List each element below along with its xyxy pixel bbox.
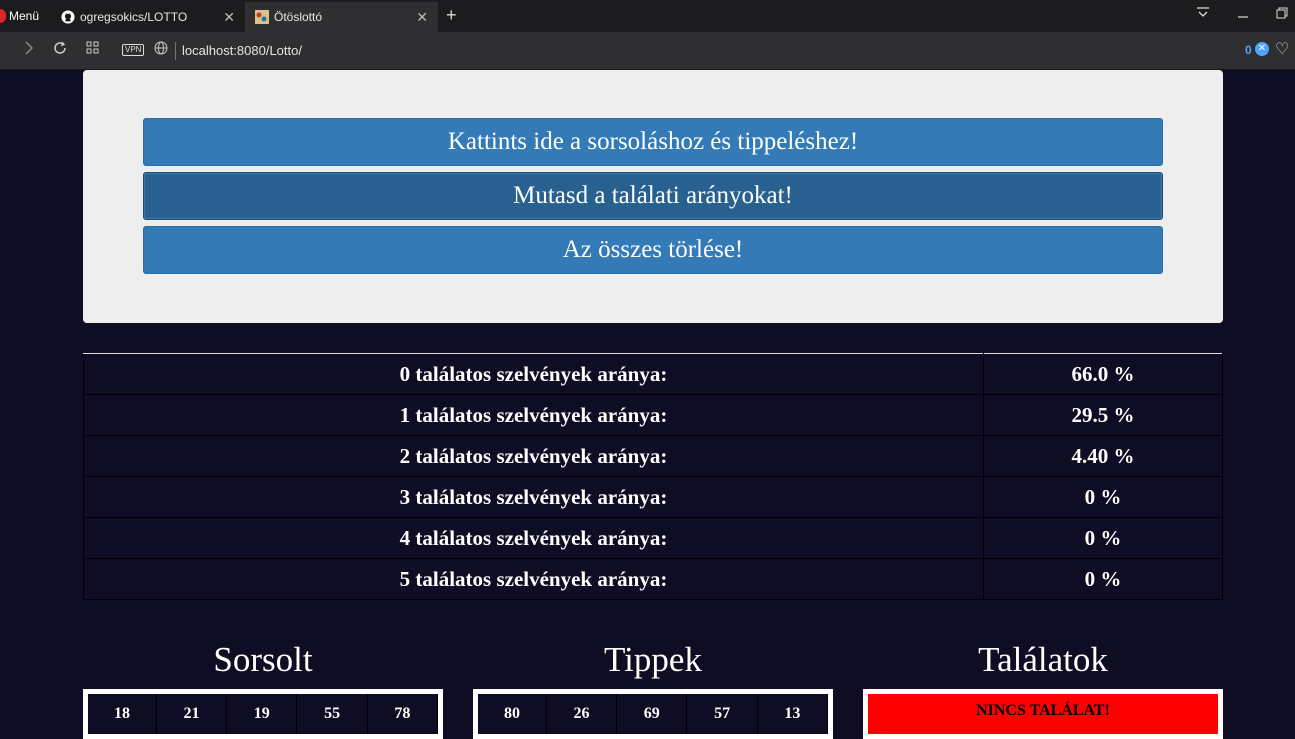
tip-number: 26 xyxy=(546,694,618,734)
clear-all-button[interactable]: Az összes törlése! xyxy=(143,226,1163,274)
url-separator xyxy=(175,42,176,60)
table-row: 2 találatos szelvények aránya: 4.40 % xyxy=(83,435,1223,477)
address-bar: VPN localhost:8080/Lotto/ 0 ✕ ♡ xyxy=(0,32,1295,70)
browser-tab-bar: Menü ogregsokics/LOTTO ✕ Ötöslottó ✕ + xyxy=(0,0,1295,32)
matches-box: NINCS TALÁLAT! xyxy=(863,689,1223,739)
drawn-title: Sorsolt xyxy=(213,640,313,679)
tips-numbers-box: 80 26 69 57 13 xyxy=(473,689,833,739)
restore-icon[interactable] xyxy=(1276,6,1288,22)
show-ratios-button[interactable]: Mutasd a találati arányokat! xyxy=(143,172,1163,220)
globe-icon[interactable] xyxy=(154,41,168,60)
tracker-count: 0 xyxy=(1245,43,1252,57)
ratio-value: 0 % xyxy=(983,517,1223,559)
close-icon[interactable]: ✕ xyxy=(223,9,235,25)
ratio-label: 3 találatos szelvények aránya: xyxy=(83,476,984,518)
ratio-value: 0 % xyxy=(983,558,1223,600)
tip-number: 13 xyxy=(757,694,829,734)
tab-menu-icon[interactable] xyxy=(1196,6,1210,22)
vpn-badge[interactable]: VPN xyxy=(122,44,145,56)
ratio-label: 2 találatos szelvények aránya: xyxy=(83,435,984,477)
opera-logo-icon xyxy=(0,9,6,23)
drawn-number: 55 xyxy=(296,694,368,734)
speed-dial-icon[interactable] xyxy=(86,41,99,59)
no-match-label: NINCS TALÁLAT! xyxy=(868,694,1218,734)
tip-number: 57 xyxy=(686,694,758,734)
table-row: 0 találatos szelvények aránya: 66.0 % xyxy=(83,353,1223,395)
tip-number: 80 xyxy=(478,694,547,734)
ratio-value: 0 % xyxy=(983,476,1223,518)
tips-title: Tippek xyxy=(604,640,702,679)
url-field[interactable]: localhost:8080/Lotto/ xyxy=(182,43,302,58)
lotto-favicon-icon xyxy=(254,9,270,25)
ratio-label: 0 találatos szelvények aránya: xyxy=(83,353,984,395)
ratio-value: 66.0 % xyxy=(983,353,1223,395)
matches-title: Találatok xyxy=(978,640,1108,679)
ratio-label: 5 találatos szelvények aránya: xyxy=(83,558,984,600)
ratio-label: 4 találatos szelvények aránya: xyxy=(83,517,984,559)
tab-lotto[interactable]: Ötöslottó ✕ xyxy=(246,2,438,32)
new-tab-button[interactable]: + xyxy=(446,5,457,26)
tab-github[interactable]: ogregsokics/LOTTO ✕ xyxy=(52,2,246,32)
tab-title: ogregsokics/LOTTO xyxy=(80,10,188,24)
ratio-value: 29.5 % xyxy=(983,394,1223,436)
table-row: 3 találatos szelvények aránya: 0 % xyxy=(83,476,1223,518)
control-panel: Kattints ide a sorsoláshoz és tippeléshe… xyxy=(83,70,1223,323)
drawn-number: 78 xyxy=(367,694,439,734)
drawn-number: 21 xyxy=(156,694,228,734)
hit-ratio-table: 0 találatos szelvények aránya: 66.0 % 1 t… xyxy=(83,353,1223,600)
drawn-number: 19 xyxy=(226,694,298,734)
browser-menu-label: Menü xyxy=(9,9,40,23)
draw-button[interactable]: Kattints ide a sorsoláshoz és tippeléshe… xyxy=(143,118,1163,166)
minimize-icon[interactable] xyxy=(1237,6,1249,22)
table-row: 5 találatos szelvények aránya: 0 % xyxy=(83,558,1223,600)
drawn-numbers-box: 18 21 19 55 78 xyxy=(83,689,443,739)
table-row: 1 találatos szelvények aránya: 29.5 % xyxy=(83,394,1223,436)
ratio-label: 1 találatos szelvények aránya: xyxy=(83,394,984,436)
close-icon[interactable]: ✕ xyxy=(416,9,428,25)
github-icon xyxy=(60,9,76,25)
ratio-value: 4.40 % xyxy=(983,435,1223,477)
browser-menu-button[interactable]: Menü xyxy=(0,0,48,32)
table-row: 4 találatos szelvények aránya: 0 % xyxy=(83,517,1223,559)
drawn-number: 18 xyxy=(88,694,157,734)
ad-blocker-icon[interactable]: ✕ xyxy=(1255,42,1269,56)
tab-title: Ötöslottó xyxy=(274,10,323,24)
tip-number: 69 xyxy=(616,694,688,734)
reload-icon[interactable] xyxy=(53,41,67,60)
forward-icon[interactable] xyxy=(24,41,34,60)
bookmark-heart-icon[interactable]: ♡ xyxy=(1275,39,1289,59)
